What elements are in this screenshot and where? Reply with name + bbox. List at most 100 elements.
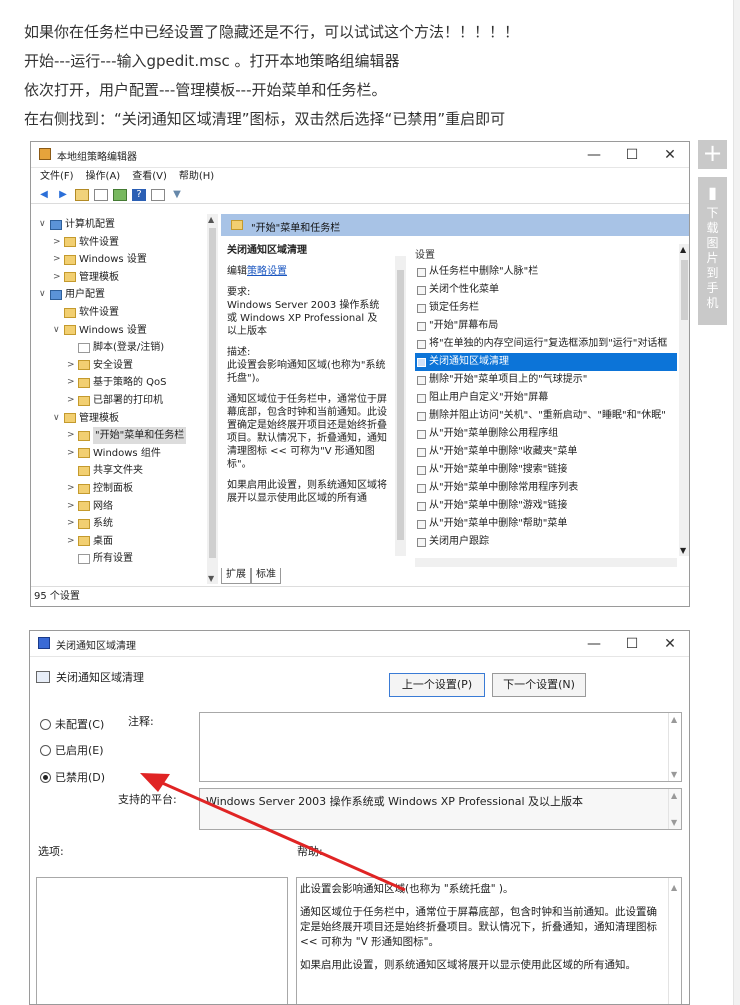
folder-up-icon[interactable] xyxy=(75,188,89,201)
comment-scrollbar[interactable]: ▲ ▼ xyxy=(668,713,681,781)
tree-scrollbar[interactable]: ▲ ▼ xyxy=(207,214,218,584)
scroll-thumb[interactable] xyxy=(681,260,688,320)
description-scrollbar[interactable] xyxy=(395,256,406,556)
filter-icon[interactable]: ▼ xyxy=(170,189,184,201)
chevron-down-icon[interactable]: ∨ xyxy=(39,286,47,303)
settings-list-item[interactable]: 从"开始"菜单中删除"游戏"链接 xyxy=(415,497,677,515)
export-list-icon[interactable] xyxy=(113,188,127,201)
tree-item[interactable]: > 已部署的打印机 xyxy=(67,392,163,409)
scroll-up-icon[interactable]: ▲ xyxy=(208,215,214,224)
menu-view[interactable]: 查看(V) xyxy=(132,168,167,186)
tree-item[interactable]: 共享文件夹 xyxy=(67,462,143,479)
radio-circle-selected[interactable] xyxy=(40,771,51,783)
tree-item[interactable]: > 控制面板 xyxy=(67,480,133,497)
tree-item[interactable]: > Windows 设置 xyxy=(53,251,147,268)
tree-item[interactable]: ∨ 计算机配置 xyxy=(39,216,115,233)
tree-item[interactable]: > 网络 xyxy=(67,498,113,515)
settings-scrollbar[interactable]: ▲ ▼ xyxy=(679,244,689,556)
settings-list-item[interactable]: 关闭个性化菜单 xyxy=(415,281,677,299)
chevron-right-icon[interactable]: > xyxy=(67,357,75,374)
comment-textarea[interactable]: ▲ ▼ xyxy=(199,712,682,782)
close-button[interactable]: ✕ xyxy=(651,142,689,168)
chevron-right-icon[interactable]: > xyxy=(67,445,75,462)
tree-item[interactable]: > 管理模板 xyxy=(53,269,119,286)
scroll-up-icon[interactable]: ▲ xyxy=(671,791,677,800)
scroll-up-icon[interactable]: ▲ xyxy=(680,245,686,254)
chevron-right-icon[interactable]: > xyxy=(67,392,75,409)
settings-list-item[interactable]: 从"开始"菜单中删除"收藏夹"菜单 xyxy=(415,443,677,461)
settings-list-item[interactable]: 删除"开始"菜单项目上的"气球提示" xyxy=(415,371,677,389)
chevron-right-icon[interactable]: > xyxy=(53,251,61,268)
tree-item[interactable]: > 系统 xyxy=(67,515,113,532)
edit-policy-link[interactable]: 策略设置 xyxy=(247,266,287,277)
chevron-right-icon[interactable]: > xyxy=(53,269,61,286)
tab-extended[interactable]: 扩展 xyxy=(221,568,251,584)
back-arrow-icon[interactable]: ◀ xyxy=(37,189,51,201)
settings-list-item[interactable]: 从"开始"菜单删除公用程序组 xyxy=(415,425,677,443)
minimize-button[interactable]: — xyxy=(575,142,613,168)
close-button[interactable]: ✕ xyxy=(651,631,689,657)
chevron-right-icon[interactable]: > xyxy=(53,234,61,251)
settings-list-item[interactable]: 阻止用户自定义"开始"屏幕 xyxy=(415,389,677,407)
settings-list-item[interactable]: "开始"屏幕布局 xyxy=(415,317,677,335)
menu-help[interactable]: 帮助(H) xyxy=(179,168,214,186)
scroll-up-icon[interactable]: ▲ xyxy=(671,880,677,895)
settings-list-item[interactable]: 从任务栏中删除"人脉"栏 xyxy=(415,263,677,281)
chevron-down-icon[interactable]: ∨ xyxy=(53,410,61,427)
tree-item[interactable]: 软件设置 xyxy=(53,304,119,321)
tab-standard[interactable]: 标准 xyxy=(251,568,281,584)
tree-item[interactable]: > 软件设置 xyxy=(53,234,119,251)
chevron-down-icon[interactable]: ∨ xyxy=(53,322,61,339)
horizontal-scrollbar[interactable] xyxy=(415,558,677,567)
settings-list-item[interactable]: 从"开始"菜单中删除"搜索"链接 xyxy=(415,461,677,479)
radio-enabled[interactable]: 已启用(E) xyxy=(40,742,104,758)
settings-list-item[interactable]: 从"开始"菜单中删除常用程序列表 xyxy=(415,479,677,497)
chevron-right-icon[interactable]: > xyxy=(67,374,75,391)
tree-item[interactable]: > 桌面 xyxy=(67,533,113,550)
scroll-up-icon[interactable]: ▲ xyxy=(671,715,677,724)
help-icon[interactable]: ? xyxy=(132,188,146,201)
scroll-down-icon[interactable]: ▼ xyxy=(671,818,677,827)
show-tree-icon[interactable] xyxy=(94,188,108,201)
tree-item[interactable]: ∨ 管理模板 xyxy=(53,410,119,427)
maximize-button[interactable]: ☐ xyxy=(613,142,651,168)
tree-item[interactable]: 所有设置 xyxy=(67,550,133,567)
scroll-thumb[interactable] xyxy=(397,270,404,540)
settings-list-item[interactable]: 锁定任务栏 xyxy=(415,299,677,317)
settings-list-item[interactable]: 关闭用户跟踪 xyxy=(415,533,677,551)
maximize-button[interactable]: ☐ xyxy=(613,631,651,657)
settings-list-item[interactable]: 从"开始"菜单中删除"帮助"菜单 xyxy=(415,515,677,533)
download-to-phone-button[interactable]: ▮ 下载图片到手机 xyxy=(698,177,727,325)
radio-not-configured[interactable]: 未配置(C) xyxy=(40,716,104,732)
scroll-thumb[interactable] xyxy=(209,228,216,558)
settings-list-item[interactable]: 删除并阻止访问"关机"、"重新启动"、"睡眠"和"休眠" xyxy=(415,407,677,425)
chevron-right-icon[interactable]: > xyxy=(67,498,75,515)
previous-setting-button[interactable]: 上一个设置(P) xyxy=(389,673,485,697)
chevron-right-icon[interactable]: > xyxy=(67,480,75,497)
tree-item[interactable]: > 基于策略的 QoS xyxy=(67,374,167,391)
menu-action[interactable]: 操作(A) xyxy=(86,168,121,186)
tree-item[interactable]: 脚本(登录/注销) xyxy=(67,339,164,356)
chevron-right-icon[interactable]: > xyxy=(67,515,75,532)
platform-scrollbar[interactable]: ▲ ▼ xyxy=(668,789,681,829)
scroll-down-icon[interactable]: ▼ xyxy=(680,546,686,555)
forward-arrow-icon[interactable]: ▶ xyxy=(56,189,70,201)
settings-list-item[interactable]: 将"在单独的内存空间运行"复选框添加到"运行"对话框 xyxy=(415,335,677,353)
radio-circle[interactable] xyxy=(40,718,51,730)
tree-item[interactable]: ∨ Windows 设置 xyxy=(53,322,147,339)
properties-icon[interactable] xyxy=(151,188,165,201)
menu-file[interactable]: 文件(F) xyxy=(40,168,74,186)
tree-item[interactable]: ∨ 用户配置 xyxy=(39,286,105,303)
scroll-down-icon[interactable]: ▼ xyxy=(208,574,214,583)
radio-circle[interactable] xyxy=(40,744,51,756)
tree-item[interactable]: > "开始"菜单和任务栏 xyxy=(67,427,187,445)
chevron-right-icon[interactable]: > xyxy=(67,427,75,444)
radio-disabled[interactable]: 已禁用(D) xyxy=(40,769,105,785)
help-scrollbar[interactable]: ▲ xyxy=(668,878,681,1004)
tree-item[interactable]: > 安全设置 xyxy=(67,357,133,374)
settings-list-item[interactable]: 关闭通知区域清理 xyxy=(415,353,677,371)
scroll-down-icon[interactable]: ▼ xyxy=(671,770,677,779)
plus-icon[interactable]: + xyxy=(698,140,727,169)
chevron-right-icon[interactable]: > xyxy=(67,533,75,550)
next-setting-button[interactable]: 下一个设置(N) xyxy=(492,673,586,697)
